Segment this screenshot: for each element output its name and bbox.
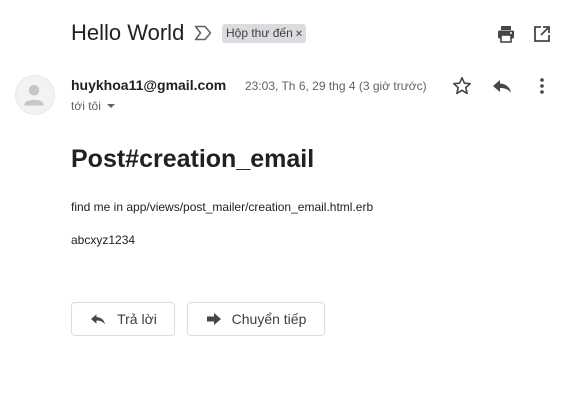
message-line: abcxyz1234: [71, 233, 136, 247]
remove-label-button[interactable]: ×: [296, 28, 302, 40]
email-date: 23:03, Th 6, 29 thg 4 (3 giờ trước): [245, 79, 427, 93]
message-heading: Post#creation_email: [71, 145, 315, 173]
caret-down-icon[interactable]: [106, 104, 115, 108]
importance-marker-icon[interactable]: [194, 25, 212, 41]
open-in-new-window-icon[interactable]: [533, 25, 551, 43]
sender-email[interactable]: huykhoa11@gmail.com: [71, 77, 226, 93]
print-icon[interactable]: [496, 24, 516, 44]
forward-button-label: Chuyển tiếp: [231, 311, 307, 327]
more-vert-icon[interactable]: [539, 77, 545, 95]
forward-icon: [206, 313, 221, 325]
reply-icon[interactable]: [491, 77, 513, 95]
label-text: Hộp thư đến: [226, 26, 293, 40]
avatar-icon: [24, 85, 44, 106]
reply-button[interactable]: Trả lời: [71, 302, 175, 336]
recipient-label: tới tôi: [71, 99, 101, 113]
recipient-details[interactable]: tới tôi: [71, 99, 115, 113]
forward-button[interactable]: Chuyển tiếp: [187, 302, 325, 336]
star-icon[interactable]: [452, 76, 472, 96]
reply-button-label: Trả lời: [117, 311, 157, 327]
reply-icon: [91, 314, 106, 325]
inbox-label-chip: Hộp thư đến ×: [222, 24, 307, 43]
message-line: find me in app/views/post_mailer/creatio…: [71, 200, 374, 214]
avatar[interactable]: [15, 75, 55, 115]
email-subject: Hello World: [71, 20, 185, 45]
